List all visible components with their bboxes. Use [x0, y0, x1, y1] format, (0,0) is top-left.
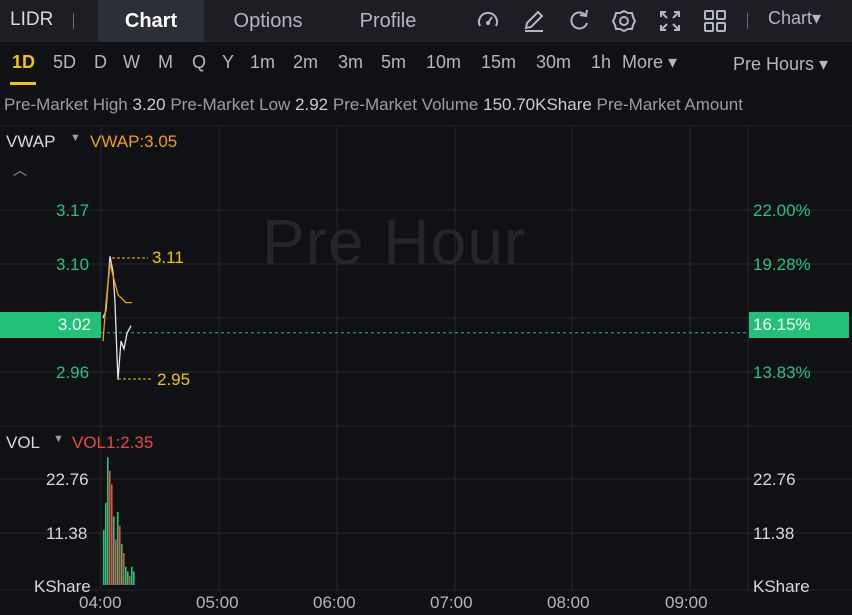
- time-tick: 05:00: [196, 593, 239, 612]
- pre-hour-watermark: Pre Hour: [262, 206, 527, 278]
- volume-tick-right: 11.38: [753, 524, 795, 543]
- volume-tick-left: 22.76: [46, 470, 89, 489]
- volume-bar: [113, 516, 115, 585]
- volume-bar: [107, 457, 109, 585]
- volume-tick-left: 11.38: [46, 524, 88, 543]
- volume-unit-right: KShare: [753, 577, 810, 596]
- price-tick-left: 3.17: [56, 201, 90, 220]
- volume-indicator-selector[interactable]: VOL: [6, 433, 40, 453]
- current-pct-badge: 16.15%: [749, 312, 849, 338]
- volume-bar: [103, 530, 105, 585]
- chevron-down-icon[interactable]: ▼: [70, 132, 81, 144]
- price-indicator-selector[interactable]: VWAP: [6, 132, 55, 152]
- volume-bar: [119, 525, 121, 585]
- price-tick-left: 3.10: [56, 255, 90, 274]
- collapse-chevron-icon[interactable]: ︿: [13, 160, 27, 180]
- pct-tick-right: 13.83%: [753, 363, 811, 382]
- current-price-badge: 3.02: [0, 312, 101, 338]
- volume-bar: [117, 511, 119, 585]
- chevron-down-icon[interactable]: ▼: [53, 433, 64, 445]
- chart-grid: [0, 125, 852, 591]
- pct-tick-right: 19.28%: [753, 255, 811, 274]
- time-tick: 08:00: [547, 593, 590, 612]
- price-tick-left: 2.96: [56, 363, 90, 382]
- low-marker-label: 2.95: [157, 370, 191, 389]
- volume-bar: [115, 539, 117, 585]
- pct-tick-right: 22.00%: [753, 201, 811, 220]
- volume-bar: [129, 575, 131, 585]
- volume-bar: [111, 484, 113, 585]
- price-chart[interactable]: [0, 0, 852, 615]
- vol1-value: VOL1:2.35: [72, 433, 154, 452]
- volume-bar: [121, 543, 123, 585]
- volume-layer: [103, 457, 135, 585]
- vwap-line: [102, 263, 132, 342]
- volume-bar: [131, 566, 133, 585]
- volume-bar: [125, 566, 127, 585]
- time-tick: 07:00: [430, 593, 473, 612]
- time-tick: 04:00: [79, 593, 122, 612]
- volume-bar: [123, 553, 125, 585]
- time-tick: 09:00: [665, 593, 708, 612]
- volume-tick-right: 22.76: [753, 470, 796, 489]
- volume-bar: [127, 571, 129, 585]
- volume-bar: [133, 571, 135, 585]
- volume-bar: [105, 502, 107, 585]
- high-marker-label: 3.11: [152, 248, 184, 267]
- time-tick: 06:00: [313, 593, 356, 612]
- vwap-value: VWAP:3.05: [90, 132, 178, 151]
- volume-bar: [109, 470, 111, 585]
